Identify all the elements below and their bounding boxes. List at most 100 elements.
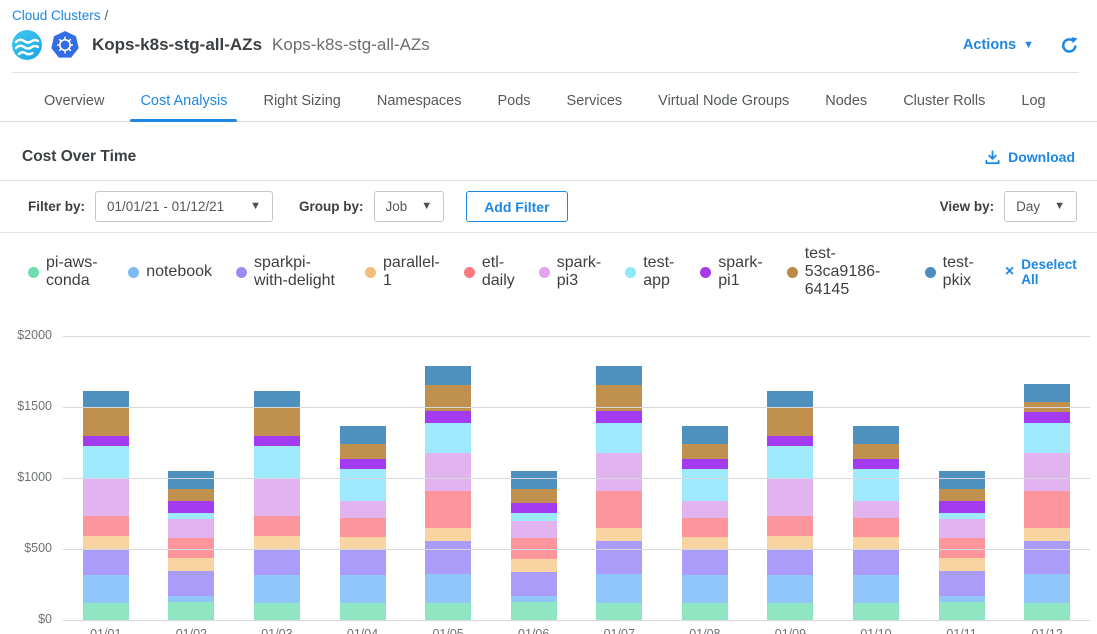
bar-segment-spark-pi1[interactable] (596, 411, 642, 422)
bar-segment-parallel-1[interactable] (511, 559, 557, 572)
bar-segment-parallel-1[interactable] (682, 537, 728, 549)
stacked-bar-01/12[interactable] (1024, 384, 1070, 620)
bar-segment-test-app[interactable] (511, 513, 557, 520)
bar-segment-test-53ca9186-64145[interactable] (853, 444, 899, 459)
bar-segment-parallel-1[interactable] (168, 558, 214, 572)
deselect-all-button[interactable]: × Deselect All (1005, 257, 1077, 287)
bar-segment-sparkpi-with-delight[interactable] (254, 549, 300, 575)
bar-segment-spark-pi1[interactable] (511, 503, 557, 514)
bar-segment-test-53ca9186-64145[interactable] (682, 444, 728, 459)
bar-segment-sparkpi-with-delight[interactable] (682, 549, 728, 575)
add-filter-button[interactable]: Add Filter (466, 191, 567, 222)
bar-segment-parallel-1[interactable] (1024, 528, 1070, 541)
bar-segment-parallel-1[interactable] (596, 528, 642, 541)
legend-item-test-app[interactable]: test-app (625, 254, 676, 290)
bar-segment-spark-pi1[interactable] (425, 411, 471, 422)
bar-segment-sparkpi-with-delight[interactable] (767, 549, 813, 575)
bar-segment-sparkpi-with-delight[interactable] (596, 541, 642, 574)
bar-segment-pi-aws-conda[interactable] (511, 602, 557, 620)
bar-segment-test-pkix[interactable] (853, 426, 899, 444)
tab-cost-analysis[interactable]: Cost Analysis (122, 93, 245, 121)
bar-segment-test-app[interactable] (682, 469, 728, 501)
tab-virtual-node-groups[interactable]: Virtual Node Groups (640, 93, 807, 121)
tab-right-sizing[interactable]: Right Sizing (245, 93, 358, 121)
bar-segment-notebook[interactable] (83, 575, 129, 603)
bar-segment-etl-daily[interactable] (682, 518, 728, 537)
legend-item-sparkpi-with-delight[interactable]: sparkpi-with-delight (236, 254, 341, 290)
bar-segment-parallel-1[interactable] (767, 536, 813, 549)
bar-segment-pi-aws-conda[interactable] (340, 603, 386, 620)
stacked-bar-01/08[interactable] (682, 426, 728, 620)
bar-segment-etl-daily[interactable] (83, 516, 129, 536)
bar-segment-spark-pi3[interactable] (340, 501, 386, 518)
bar-segment-test-pkix[interactable] (340, 426, 386, 444)
bar-segment-sparkpi-with-delight[interactable] (853, 549, 899, 575)
stacked-bar-01/03[interactable] (254, 391, 300, 620)
bar-segment-pi-aws-conda[interactable] (425, 603, 471, 620)
bar-segment-test-pkix[interactable] (254, 391, 300, 408)
bar-segment-notebook[interactable] (425, 574, 471, 603)
bar-segment-test-app[interactable] (340, 469, 386, 501)
bar-segment-etl-daily[interactable] (767, 516, 813, 536)
bar-segment-spark-pi1[interactable] (853, 459, 899, 469)
bar-segment-spark-pi3[interactable] (511, 521, 557, 539)
bar-segment-etl-daily[interactable] (340, 518, 386, 537)
bar-segment-test-53ca9186-64145[interactable] (511, 489, 557, 503)
refresh-icon[interactable] (1060, 36, 1079, 55)
bar-segment-test-53ca9186-64145[interactable] (168, 489, 214, 501)
bar-segment-pi-aws-conda[interactable] (254, 603, 300, 620)
bar-segment-spark-pi1[interactable] (767, 436, 813, 446)
bar-segment-spark-pi1[interactable] (83, 436, 129, 446)
bar-segment-test-pkix[interactable] (168, 471, 214, 489)
stacked-bar-01/07[interactable] (596, 366, 642, 620)
bar-segment-sparkpi-with-delight[interactable] (1024, 541, 1070, 574)
tab-namespaces[interactable]: Namespaces (359, 93, 480, 121)
bar-segment-spark-pi1[interactable] (340, 459, 386, 469)
bar-segment-test-53ca9186-64145[interactable] (254, 408, 300, 436)
breadcrumb-link-cloud-clusters[interactable]: Cloud Clusters (12, 8, 101, 23)
bar-segment-sparkpi-with-delight[interactable] (340, 549, 386, 575)
bar-segment-test-app[interactable] (853, 469, 899, 501)
legend-item-test-53ca9186-64145[interactable]: test-53ca9186-64145 (787, 245, 901, 299)
bar-segment-spark-pi1[interactable] (254, 436, 300, 446)
bar-segment-parallel-1[interactable] (83, 536, 129, 549)
bar-segment-pi-aws-conda[interactable] (939, 602, 985, 620)
bar-segment-etl-daily[interactable] (425, 491, 471, 529)
bar-segment-parallel-1[interactable] (340, 537, 386, 549)
legend-item-notebook[interactable]: notebook (128, 263, 212, 281)
bar-segment-test-pkix[interactable] (425, 366, 471, 385)
bar-segment-spark-pi3[interactable] (1024, 453, 1070, 491)
stacked-bar-01/05[interactable] (425, 366, 471, 620)
stacked-bar-01/10[interactable] (853, 426, 899, 620)
bar-segment-spark-pi3[interactable] (767, 479, 813, 517)
bar-segment-test-app[interactable] (1024, 423, 1070, 454)
bar-segment-notebook[interactable] (682, 575, 728, 603)
legend-item-etl-daily[interactable]: etl-daily (464, 254, 515, 290)
bar-segment-sparkpi-with-delight[interactable] (939, 571, 985, 596)
bar-segment-test-53ca9186-64145[interactable] (340, 444, 386, 459)
stacked-bar-01/01[interactable] (83, 391, 129, 620)
bar-segment-test-pkix[interactable] (682, 426, 728, 444)
bar-segment-spark-pi3[interactable] (168, 519, 214, 538)
view-by-select[interactable]: Day ▼ (1004, 191, 1077, 222)
tab-overview[interactable]: Overview (26, 93, 122, 121)
legend-item-parallel-1[interactable]: parallel-1 (365, 254, 440, 290)
tab-services[interactable]: Services (549, 93, 641, 121)
bar-segment-test-pkix[interactable] (1024, 384, 1070, 403)
bar-segment-etl-daily[interactable] (1024, 491, 1070, 529)
tab-log[interactable]: Log (1003, 93, 1063, 121)
bar-segment-test-app[interactable] (83, 446, 129, 479)
bar-segment-test-app[interactable] (425, 423, 471, 454)
bar-segment-pi-aws-conda[interactable] (596, 603, 642, 620)
bar-segment-parallel-1[interactable] (425, 528, 471, 541)
bar-segment-pi-aws-conda[interactable] (682, 603, 728, 620)
bar-segment-etl-daily[interactable] (939, 538, 985, 558)
bar-segment-notebook[interactable] (254, 575, 300, 603)
bar-segment-pi-aws-conda[interactable] (168, 602, 214, 620)
bar-segment-notebook[interactable] (767, 575, 813, 603)
tab-cluster-rolls[interactable]: Cluster Rolls (885, 93, 1003, 121)
bar-segment-parallel-1[interactable] (254, 536, 300, 549)
tab-pods[interactable]: Pods (479, 93, 548, 121)
bar-segment-test-pkix[interactable] (939, 471, 985, 489)
bar-segment-test-app[interactable] (254, 446, 300, 479)
